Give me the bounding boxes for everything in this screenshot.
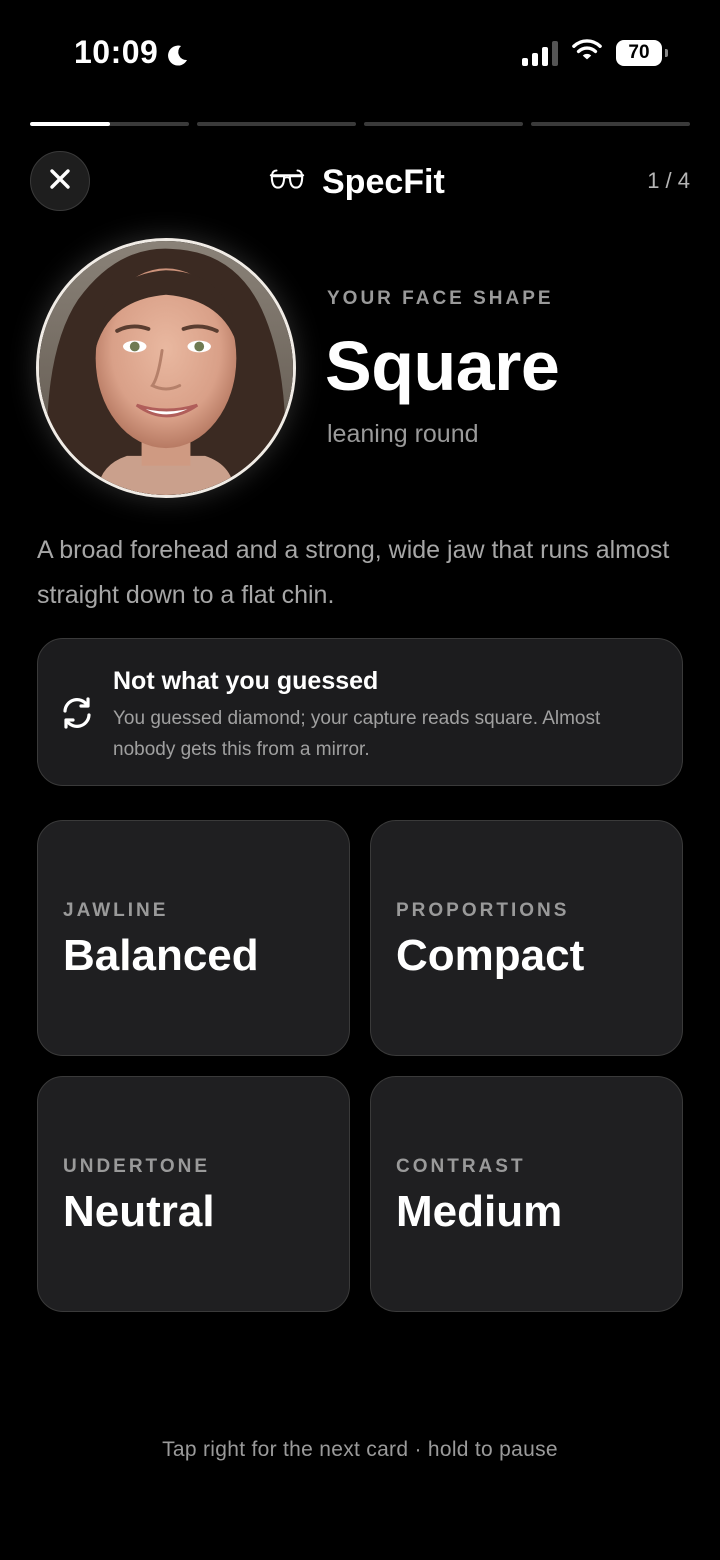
refresh-icon	[58, 694, 96, 732]
guess-card-title: Not what you guessed	[113, 667, 379, 695]
attribute-value: Medium	[396, 1187, 563, 1236]
attribute-value: Balanced	[63, 931, 259, 980]
story-progress	[30, 122, 690, 126]
progress-segment	[30, 122, 189, 126]
face-shape-value: Square	[325, 327, 560, 405]
battery-level: 70	[628, 41, 650, 63]
progress-segment	[197, 122, 356, 126]
attribute-label: PROPORTIONS	[396, 900, 570, 921]
attribute-tile-undertone: UNDERTONE Neutral	[37, 1076, 350, 1312]
brand-name: SpecFit	[322, 162, 445, 201]
glasses-icon	[268, 167, 306, 198]
attribute-label: JAWLINE	[63, 900, 169, 921]
navigation-hint: Tap right for the next card · hold to pa…	[162, 1438, 558, 1461]
status-time: 10:09	[74, 34, 159, 70]
attribute-tile-proportions: PROPORTIONS Compact	[370, 820, 683, 1056]
progress-segment-fill	[30, 122, 110, 126]
attribute-tile-contrast: CONTRAST Medium	[370, 1076, 683, 1312]
attribute-label: UNDERTONE	[63, 1156, 210, 1177]
attribute-tile-jawline: JAWLINE Balanced	[37, 820, 350, 1056]
progress-segment	[364, 122, 523, 126]
attribute-value: Compact	[396, 931, 585, 980]
status-clock: 10:09	[74, 34, 190, 71]
brand: SpecFit	[268, 160, 445, 204]
close-button[interactable]	[30, 151, 90, 211]
cellular-signal-icon	[522, 40, 558, 66]
guess-card-body: You guessed diamond; your capture reads …	[113, 708, 601, 760]
face-shape-label: YOUR FACE SHAPE	[327, 288, 554, 309]
wifi-icon	[572, 38, 602, 67]
attribute-grid: JAWLINE Balanced PROPORTIONS Compact UND…	[37, 820, 683, 1312]
face-shape-qualifier: leaning round	[327, 420, 479, 448]
face-shape-description: A broad forehead and a strong, wide jaw …	[37, 536, 670, 609]
progress-segment	[531, 122, 690, 126]
status-bar: 10:09 70	[0, 0, 720, 100]
battery-icon: 70	[616, 39, 668, 66]
status-indicators: 70	[522, 38, 668, 67]
attribute-label: CONTRAST	[396, 1156, 526, 1177]
moon-icon	[164, 40, 190, 66]
guess-comparison-card: Not what you guessed You guessed diamond…	[37, 638, 683, 786]
close-icon	[48, 167, 72, 196]
face-photo-illustration	[39, 241, 293, 495]
card-counter: 1 / 4	[647, 168, 690, 193]
attribute-value: Neutral	[63, 1187, 215, 1236]
user-face-photo	[36, 238, 296, 498]
